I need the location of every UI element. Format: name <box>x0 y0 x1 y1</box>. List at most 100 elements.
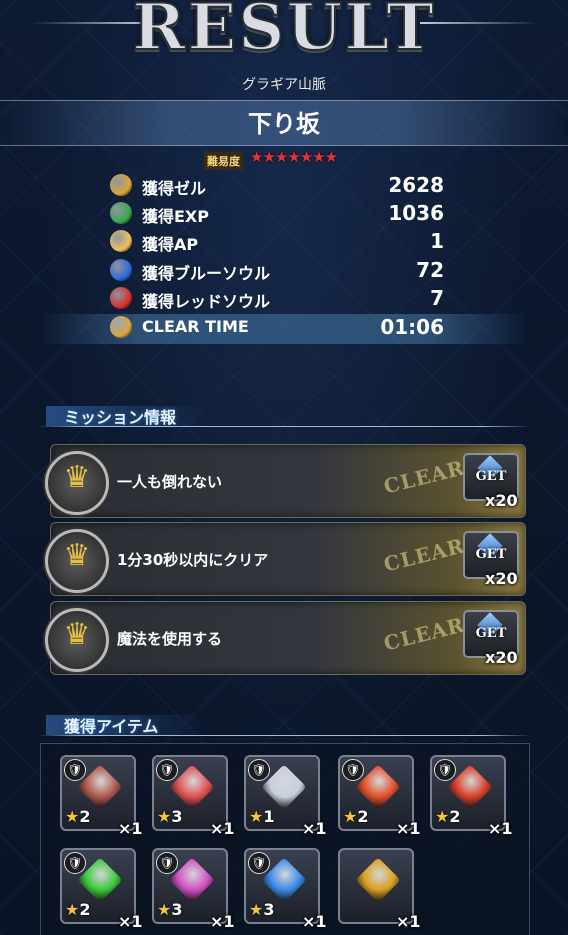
mission-clear-stamp: CLEAR <box>381 455 468 499</box>
exp-icon <box>110 202 132 224</box>
crown-icon: ♛ <box>63 460 91 495</box>
stat-value: 72 <box>416 258 444 282</box>
crown-badge: ♛ <box>45 608 109 672</box>
stat-value: 7 <box>430 286 444 310</box>
rarity-star-icon: ★ <box>65 807 80 826</box>
rarity-star-icon: ★ <box>343 807 358 826</box>
stat-row: 獲得ゼル 2628 <box>100 172 460 198</box>
item-slot[interactable]: 🛡 ★3 ×1 <box>244 848 327 931</box>
item-slot[interactable]: 🛡 ★3 ×1 <box>152 848 235 931</box>
mission-text: 1分30秒以内にクリア <box>117 551 269 569</box>
item-slot[interactable]: 🛡 ★2 ×1 <box>60 755 143 838</box>
item-slot[interactable]: 🛡 ★1 ×1 <box>244 755 327 838</box>
rarity-star-icon: ★ <box>65 900 80 919</box>
stat-row: 獲得ブルーソウル 72 <box>100 257 460 283</box>
rarity-value: 2 <box>79 807 91 826</box>
stat-label: 獲得ゼル <box>142 179 207 198</box>
missions-section-title: ミッション情報 <box>64 408 177 427</box>
equip-lock-icon: 🛡 <box>342 759 364 781</box>
item-slot[interactable]: 🛡 ★2 ×1 <box>60 848 143 931</box>
result-title: RESULT <box>131 0 436 66</box>
stat-row: 獲得AP 1 <box>100 228 460 254</box>
reward-quantity: x20 <box>485 491 518 510</box>
item-rarity: ★3 <box>157 900 182 919</box>
mission-row: ♛ 一人も倒れない CLEAR GET x20 <box>45 444 526 518</box>
blue-soul-icon <box>110 259 132 281</box>
rarity-value: 2 <box>79 900 91 919</box>
stat-value: 1036 <box>388 201 444 225</box>
ap-sparkle-icon <box>110 230 132 252</box>
rarity-value: 3 <box>263 900 275 919</box>
item-quantity: ×1 <box>488 819 513 838</box>
stat-row: 獲得EXP 1036 <box>100 200 460 226</box>
item-rarity: ★3 <box>157 807 182 826</box>
get-label: GET <box>475 626 507 641</box>
item-quantity: ×1 <box>118 912 143 931</box>
item-rarity: ★2 <box>343 807 368 826</box>
crown-badge: ♛ <box>45 451 109 515</box>
get-label: GET <box>475 469 507 484</box>
equip-lock-icon: 🛡 <box>248 852 270 874</box>
item-quantity: ×1 <box>118 819 143 838</box>
item-rarity: ★3 <box>249 900 274 919</box>
crown-icon: ♛ <box>63 617 91 652</box>
rarity-value: 2 <box>449 807 461 826</box>
equip-lock-icon: 🛡 <box>248 759 270 781</box>
item-rarity: ★2 <box>65 900 90 919</box>
mission-text: 魔法を使用する <box>117 630 223 648</box>
stat-label: 獲得AP <box>142 235 199 254</box>
difficulty-stars: ★★★★★★★ <box>250 148 338 166</box>
stat-value: 01:06 <box>380 315 444 339</box>
equip-lock-icon: 🛡 <box>156 852 178 874</box>
equip-lock-icon: 🛡 <box>434 759 456 781</box>
crown-badge: ♛ <box>45 529 109 593</box>
mission-row: ♛ 魔法を使用する CLEAR GET x20 <box>45 601 526 675</box>
item-quantity: ×1 <box>210 819 235 838</box>
quest-name: 下り坂 <box>248 110 320 138</box>
equip-lock-icon: 🛡 <box>156 759 178 781</box>
reward-quantity: x20 <box>485 648 518 667</box>
stat-label: 獲得レッドソウル <box>142 292 271 311</box>
equip-lock-icon: 🛡 <box>64 759 86 781</box>
item-slot[interactable]: 🛡 ★2 ×1 <box>430 755 513 838</box>
rarity-star-icon: ★ <box>249 807 264 826</box>
stat-label: 獲得EXP <box>142 207 209 226</box>
item-rarity: ★2 <box>435 807 460 826</box>
item-slot[interactable]: ×1 <box>338 848 421 931</box>
stat-label: 獲得ブルーソウル <box>142 264 271 283</box>
mission-clear-stamp: CLEAR <box>381 533 468 577</box>
mission-text: 一人も倒れない <box>117 473 223 491</box>
rarity-star-icon: ★ <box>157 807 172 826</box>
red-soul-icon <box>110 287 132 309</box>
rarity-value: 3 <box>171 807 183 826</box>
trophy-icon <box>110 316 132 338</box>
area-name: グラギア山脈 <box>242 77 326 93</box>
rarity-value: 3 <box>171 900 183 919</box>
items-section-title: 獲得アイテム <box>64 717 159 736</box>
rarity-star-icon: ★ <box>157 900 172 919</box>
get-label: GET <box>475 547 507 562</box>
item-quantity: ×1 <box>302 912 327 931</box>
reward-quantity: x20 <box>485 569 518 588</box>
rarity-star-icon: ★ <box>435 807 450 826</box>
item-rarity: ★2 <box>65 807 90 826</box>
item-quantity: ×1 <box>210 912 235 931</box>
items-section-header: 獲得アイテム <box>36 711 532 737</box>
item-quantity: ×1 <box>302 819 327 838</box>
item-slot[interactable]: 🛡 ★2 ×1 <box>338 755 421 838</box>
missions-section-header: ミッション情報 <box>36 402 532 428</box>
crown-icon: ♛ <box>63 538 91 573</box>
item-quantity: ×1 <box>396 819 421 838</box>
gil-coin-icon <box>110 174 132 196</box>
stat-row: CLEAR TIME 01:06 <box>100 314 460 340</box>
golden-statue-icon <box>355 857 401 903</box>
stat-value: 2628 <box>388 173 444 197</box>
equip-lock-icon: 🛡 <box>64 852 86 874</box>
stat-row: 獲得レッドソウル 7 <box>100 285 460 311</box>
stat-value: 1 <box>430 229 444 253</box>
stat-label: CLEAR TIME <box>142 317 249 336</box>
rarity-value: 1 <box>263 807 275 826</box>
rarity-value: 2 <box>357 807 369 826</box>
difficulty-label: 難易度 <box>204 152 243 170</box>
item-slot[interactable]: 🛡 ★3 ×1 <box>152 755 235 838</box>
